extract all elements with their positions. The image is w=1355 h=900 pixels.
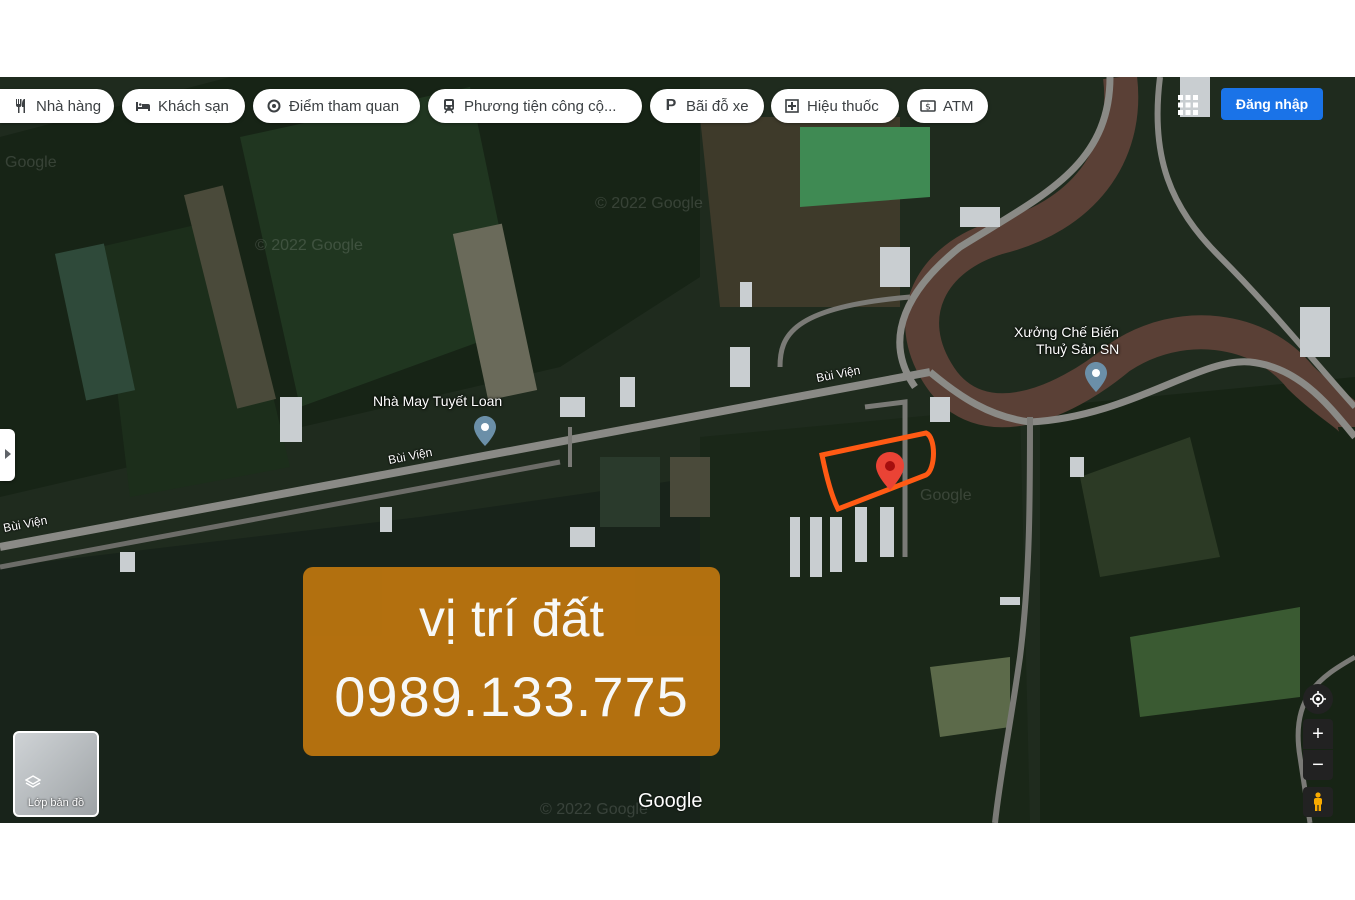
layers-icon [25,775,41,788]
map-pin-icon[interactable] [474,416,496,451]
parking-icon: P [665,97,677,114]
banner-title: vị trí đất [419,590,604,648]
map-watermark: © 2022 Google [595,195,703,212]
chip-label: Bãi đỗ xe [686,97,749,115]
banner-phone: 0989.133.775 [334,665,689,728]
map-layers-button[interactable]: Lớp bản đồ [13,731,99,817]
google-logo: Google [638,790,703,812]
crosshair-icon [1310,691,1326,707]
place-label-seafood-1[interactable]: Xưởng Chế Biến [1014,324,1119,340]
svg-text:$: $ [925,103,931,113]
chip-hotels[interactable]: Khách sạn [122,89,245,123]
chip-label: Khách sạn [158,97,229,115]
selected-location-pin-icon[interactable] [876,452,904,495]
chip-label: ATM [943,97,974,115]
my-location-button[interactable] [1303,684,1333,714]
chip-label: Phương tiện công cộ... [464,97,617,115]
camera-icon [265,97,283,115]
zoom-out-button[interactable]: − [1303,750,1333,780]
side-panel-toggle[interactable] [0,429,15,481]
street-view-pegman-icon[interactable] [1303,787,1333,817]
fork-knife-icon [12,97,30,115]
chip-parking[interactable]: P Bãi đỗ xe [650,89,764,123]
chevron-right-icon [4,446,12,464]
satellite-map[interactable]: Google © 2022 Google © 2022 Google Googl… [0,77,1355,823]
chip-label: Nhà hàng [36,97,102,115]
place-label-factory[interactable]: Nhà May Tuyết Loan [373,393,502,409]
chip-label: Hiệu thuốc [807,97,879,115]
land-location-banner: vị trí đất 0989.133.775 [303,567,720,756]
bed-icon [134,97,152,115]
layers-label: Lớp bản đồ [27,797,85,809]
map-watermark: © 2022 Google [540,801,648,818]
map-watermark: © 2022 Google [255,237,363,254]
map-watermark: Google [5,154,57,171]
map-pin-icon[interactable] [1085,362,1107,397]
zoom-in-button[interactable]: + [1303,719,1333,749]
map-watermark: Google [920,487,972,504]
atm-icon: $ [919,97,937,115]
place-label-seafood-2[interactable]: Thuỷ Sản SN [1036,341,1119,357]
chip-pharmacy[interactable]: Hiệu thuốc [771,89,899,123]
chip-transit[interactable]: Phương tiện công cộ... [428,89,642,123]
google-apps-icon[interactable] [1176,93,1200,117]
chip-attractions[interactable]: Điểm tham quan [253,89,420,123]
chip-atm[interactable]: $ ATM [907,89,988,123]
train-icon [440,97,458,115]
pharmacy-icon [783,97,801,115]
sign-in-button[interactable]: Đăng nhập [1221,88,1323,120]
chip-label: Điểm tham quan [289,97,400,115]
chip-restaurants[interactable]: Nhà hàng [0,89,114,123]
